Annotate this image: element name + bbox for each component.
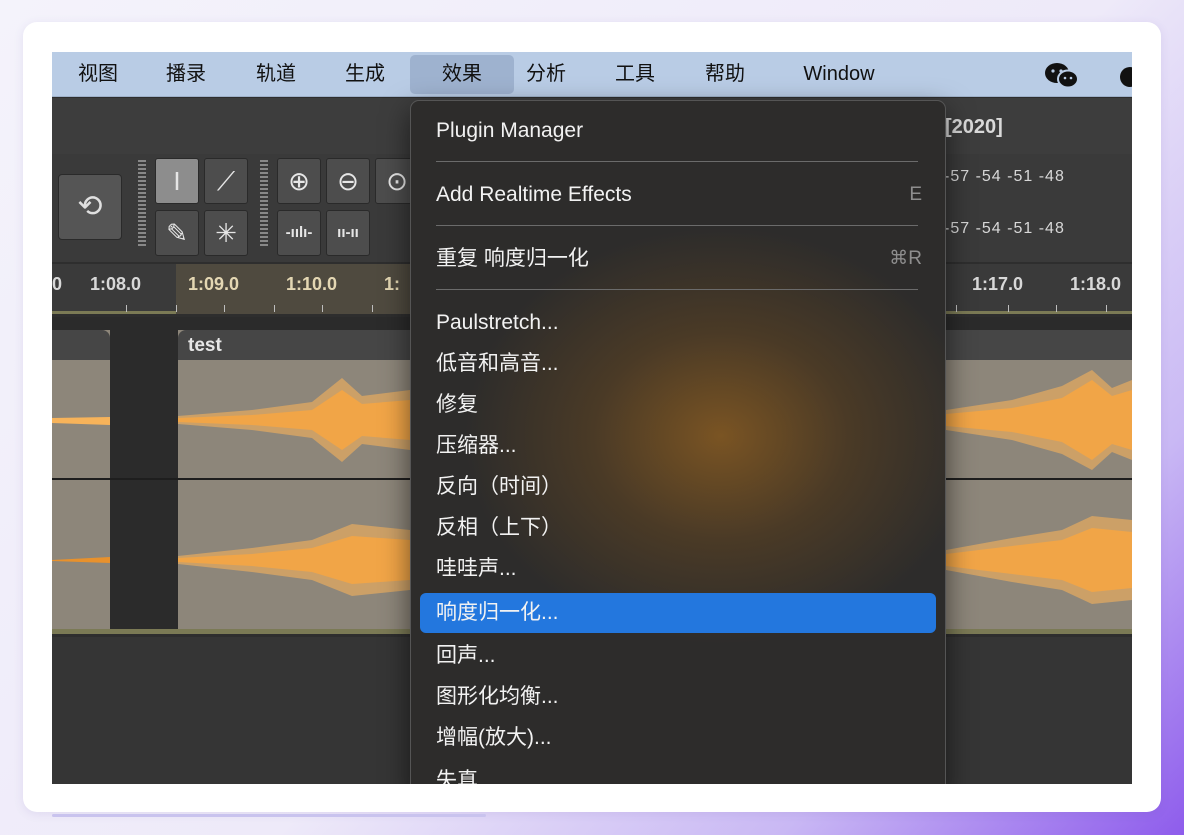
menu-item-add-realtime-effects[interactable]: Add Realtime Effects E: [420, 175, 936, 215]
menu-help[interactable]: 帮助: [699, 52, 751, 97]
menu-item-reverse[interactable]: 反向（时间）: [420, 467, 936, 507]
ruler-tick: [372, 305, 373, 312]
menu-item-label: Add Realtime Effects: [436, 183, 632, 206]
multi-tool-icon[interactable]: ✳: [204, 210, 248, 256]
menu-effect[interactable]: 效果: [410, 55, 514, 94]
draw-tool-icon[interactable]: ✎: [155, 210, 199, 256]
ruler-tick: [956, 305, 957, 312]
toolbar-grip[interactable]: [138, 160, 146, 248]
menu-item-label: Plugin Manager: [436, 119, 584, 142]
menu-divider: [436, 289, 918, 290]
menu-item-distortion[interactable]: 失真: [420, 761, 936, 784]
ruler-tick: [322, 305, 323, 312]
zoom-out-icon[interactable]: ⊖: [326, 158, 370, 204]
ruler-tick: [1106, 305, 1107, 312]
menu-item-echo[interactable]: 回声...: [420, 636, 936, 676]
ruler-label: 1:: [384, 274, 401, 294]
caption-underline: [52, 814, 486, 817]
shortcut-label: ⌘R: [889, 248, 922, 269]
menu-item-graphic-eq[interactable]: 图形化均衡...: [420, 677, 936, 717]
menu-item-repeat-last[interactable]: 重复 响度归一化 ⌘R: [420, 239, 936, 279]
shortcut-label: E: [909, 184, 922, 205]
ruler-tick: [274, 305, 275, 312]
menu-analyze[interactable]: 分析: [520, 52, 572, 97]
loop-button[interactable]: ⟲: [58, 174, 122, 240]
window-title: [2020]: [945, 116, 1003, 138]
menu-view[interactable]: 视图: [72, 52, 124, 97]
cloud-icon[interactable]: [1116, 61, 1132, 91]
menu-item-compressor[interactable]: 压缩器...: [420, 426, 936, 466]
meter-scale-bottom: -57 -54 -51 -48: [944, 220, 1065, 237]
ruler-tick: [126, 305, 127, 312]
ruler-label: 1:10.0: [286, 274, 338, 294]
menu-item-invert[interactable]: 反相（上下）: [420, 508, 936, 548]
ruler-tick: [224, 305, 225, 312]
menu-tools[interactable]: 工具: [609, 52, 661, 97]
menu-divider: [436, 161, 918, 162]
clip-header[interactable]: [52, 330, 110, 360]
ruler-label: 1:18.0: [1070, 274, 1122, 294]
ruler-label: 1:08.0: [90, 274, 142, 294]
effects-menu: Plugin Manager Add Realtime Effects E 重复…: [410, 100, 946, 784]
wechat-icon[interactable]: [1042, 61, 1082, 91]
zoom-in-icon[interactable]: ⊕: [277, 158, 321, 204]
ruler-tick: [1056, 305, 1057, 312]
menu-item-label: 重复 响度归一化: [436, 247, 589, 270]
menu-item-wahwah[interactable]: 哇哇声...: [420, 549, 936, 589]
menu-item-amplify[interactable]: 增幅(放大)...: [420, 718, 936, 758]
ruler-tick: [176, 305, 177, 312]
ruler-label: 1:17.0: [972, 274, 1024, 294]
menu-item-bass-treble[interactable]: 低音和高音...: [420, 344, 936, 384]
menu-divider: [436, 225, 918, 226]
menu-item-loudness-normalization[interactable]: 响度归一化...: [420, 593, 936, 633]
menu-record[interactable]: 播录: [160, 52, 212, 97]
meter-scale-top: -57 -54 -51 -48: [944, 168, 1065, 185]
ruler-tick: [1008, 305, 1009, 312]
menu-bar: 视图 播录 轨道 生成 效果 分析 工具 帮助 Window: [52, 52, 1132, 97]
select-tool-icon[interactable]: I: [155, 158, 199, 204]
menu-item-paulstretch[interactable]: Paulstretch...: [420, 303, 936, 343]
menu-item-repair[interactable]: 修复: [420, 385, 936, 425]
menu-tracks[interactable]: 轨道: [250, 52, 302, 97]
trim-outside-icon[interactable]: -ıılı-: [277, 210, 321, 256]
audacity-screenshot: 视图 播录 轨道 生成 效果 分析 工具 帮助 Window [2020] ⟲ …: [52, 52, 1132, 784]
ruler-label: 0: [52, 274, 63, 294]
menu-window[interactable]: Window: [789, 52, 889, 97]
envelope-tool-icon[interactable]: ⟋: [204, 158, 248, 204]
ruler-label: 1:09.0: [188, 274, 240, 294]
silence-selection-icon[interactable]: ıı-ıı: [326, 210, 370, 256]
toolbar-grip[interactable]: [260, 160, 268, 248]
menu-item-plugin-manager[interactable]: Plugin Manager: [420, 111, 936, 151]
menu-generate[interactable]: 生成: [339, 52, 391, 97]
